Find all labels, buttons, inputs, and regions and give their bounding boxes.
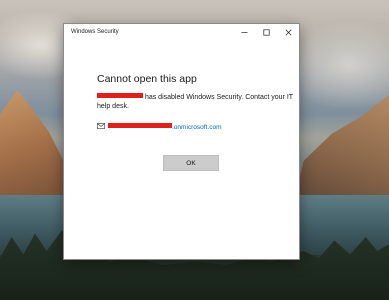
close-button[interactable] <box>277 24 299 40</box>
redacted-organization <box>97 93 143 98</box>
dialog-heading: Cannot open this app <box>97 73 197 85</box>
mail-icon <box>97 123 105 131</box>
maximize-icon <box>262 28 270 36</box>
minimize-icon <box>241 29 248 36</box>
ok-button[interactable]: OK <box>163 155 219 171</box>
contact-email-link[interactable]: .onmicrosoft.com <box>105 123 222 131</box>
wallpaper-mountain-right <box>294 95 389 205</box>
desktop: Windows Security Cannot open this app ha… <box>0 0 389 300</box>
wallpaper-mountain-left <box>0 90 70 210</box>
maximize-button[interactable] <box>255 24 277 40</box>
close-icon <box>285 29 292 36</box>
window-controls <box>233 24 299 40</box>
dialog-message: has disabled Windows Security. Contact y… <box>97 93 297 111</box>
window-title: Windows Security <box>71 29 119 35</box>
redacted-email-user <box>108 123 172 128</box>
email-domain: .onmicrosoft.com <box>172 124 222 131</box>
title-bar[interactable]: Windows Security <box>64 24 299 40</box>
security-dialog: Windows Security Cannot open this app ha… <box>64 24 299 259</box>
minimize-button[interactable] <box>233 24 255 40</box>
contact-email-row: .onmicrosoft.com <box>97 123 299 131</box>
dialog-content: Cannot open this app has disabled Window… <box>64 40 299 131</box>
